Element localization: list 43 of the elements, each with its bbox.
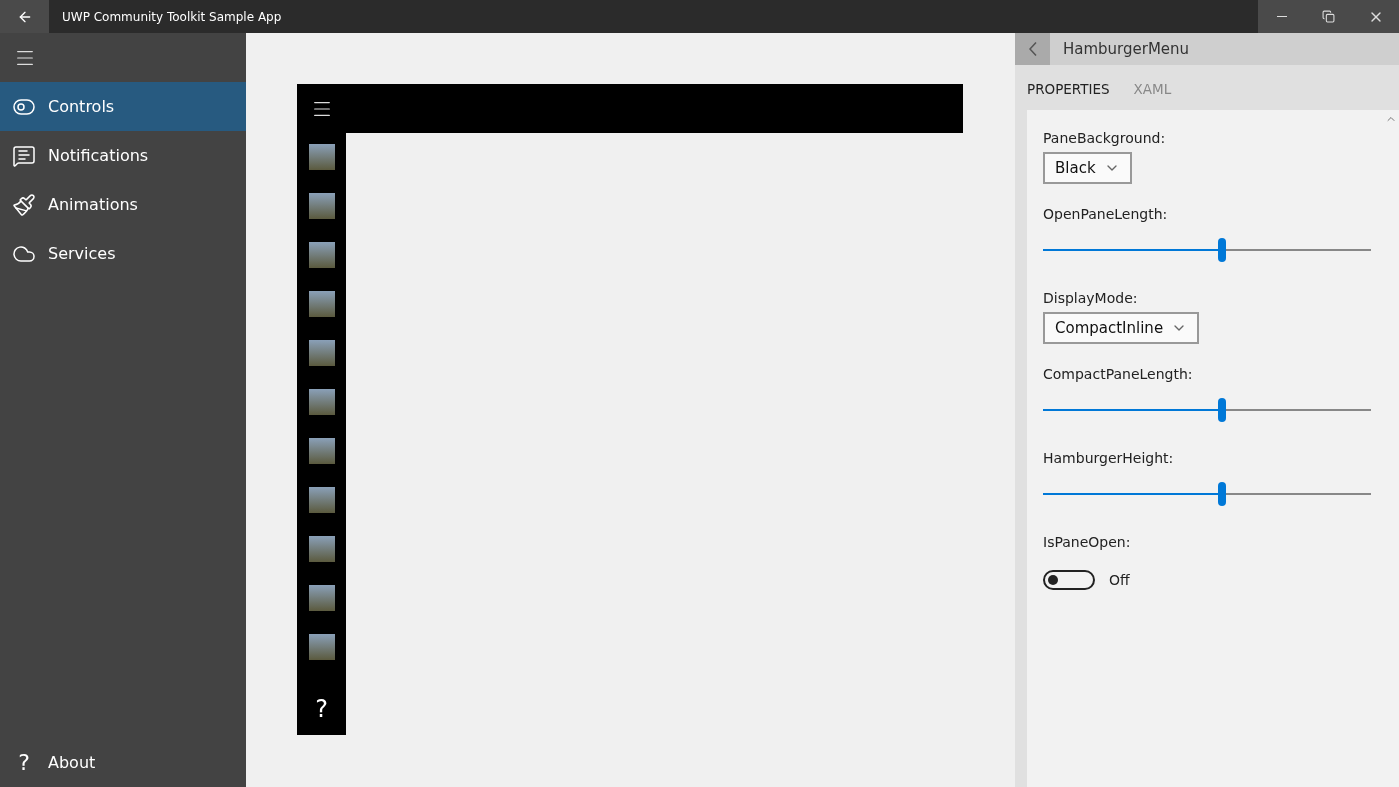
minimize-icon bbox=[1276, 16, 1287, 17]
message-icon bbox=[12, 143, 36, 168]
photo-placeholder[interactable] bbox=[308, 487, 335, 513]
window-title: UWP Community Toolkit Sample App bbox=[62, 9, 283, 24]
photo-placeholder[interactable] bbox=[308, 389, 335, 415]
photo-placeholder[interactable] bbox=[308, 242, 335, 268]
photo-placeholder[interactable] bbox=[308, 193, 335, 219]
paintbrush-icon bbox=[12, 192, 36, 217]
back-button[interactable] bbox=[0, 0, 49, 33]
slider[interactable] bbox=[1043, 398, 1371, 422]
nav-item[interactable]: Notifications bbox=[0, 131, 246, 180]
nav-item[interactable]: Animations bbox=[0, 180, 246, 229]
slider-thumb[interactable] bbox=[1217, 238, 1226, 262]
slider[interactable] bbox=[1043, 482, 1371, 506]
property-label: HamburgerHeight: bbox=[1043, 450, 1175, 466]
slider-thumb[interactable] bbox=[1217, 398, 1226, 422]
restore-icon bbox=[1322, 10, 1335, 23]
toggle-state: Off bbox=[1109, 572, 1130, 588]
property-label: OpenPaneLength: bbox=[1043, 206, 1169, 222]
slider-thumb[interactable] bbox=[1217, 482, 1226, 506]
tab[interactable]: PROPERTIES bbox=[1027, 81, 1110, 97]
back-icon bbox=[1028, 42, 1037, 56]
property-label: IsPaneOpen: bbox=[1043, 534, 1132, 550]
photo-placeholder[interactable] bbox=[308, 536, 335, 562]
help-glyph[interactable]: ? bbox=[315, 695, 328, 723]
photo-placeholder[interactable] bbox=[308, 291, 335, 317]
nav-item[interactable]: ? About bbox=[0, 738, 246, 787]
dropdown[interactable]: CompactInline bbox=[1043, 312, 1200, 344]
photo-placeholder[interactable] bbox=[308, 634, 335, 660]
help-glyph: ? bbox=[17, 750, 31, 775]
toggle-switch[interactable] bbox=[1043, 570, 1095, 590]
nav-item[interactable]: Controls bbox=[0, 82, 246, 131]
slider[interactable] bbox=[1043, 238, 1371, 262]
property-label: PaneBackground: bbox=[1043, 130, 1167, 146]
photo-placeholder[interactable] bbox=[308, 340, 335, 366]
dropdown[interactable]: Black bbox=[1043, 152, 1132, 184]
property-label: CompactPaneLength: bbox=[1043, 366, 1194, 382]
property-label: DisplayMode: bbox=[1043, 290, 1139, 306]
panel-title: HamburgerMenu bbox=[1063, 40, 1190, 58]
nav-item[interactable]: Services bbox=[0, 229, 246, 278]
photo-placeholder[interactable] bbox=[308, 144, 335, 170]
photo-placeholder[interactable] bbox=[308, 585, 335, 611]
photo-placeholder[interactable] bbox=[308, 438, 335, 464]
